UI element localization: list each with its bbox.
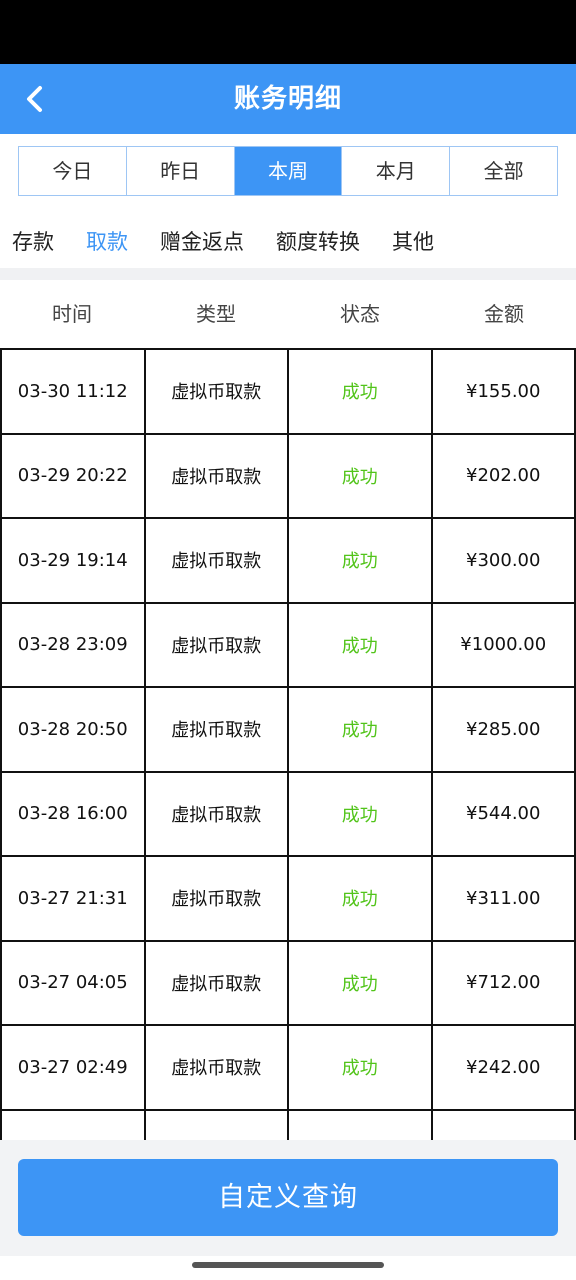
cell-type: 虚拟币取款 — [143, 432, 289, 519]
transactions-table: 03-30 11:12 虚拟币取款 成功 ¥155.00 03-29 20:22… — [0, 348, 576, 1140]
tab-yesterday[interactable]: 昨日 — [126, 147, 235, 195]
table-row — [0, 1108, 576, 1140]
cell-time: 03-28 20:50 — [0, 686, 146, 773]
table-row: 03-28 16:00 虚拟币取款 成功 ¥544.00 — [0, 770, 576, 857]
cell-status: 成功 — [287, 855, 433, 942]
app-header: 账务明细 — [0, 64, 576, 134]
table-row: 03-29 19:14 虚拟币取款 成功 ¥300.00 — [0, 517, 576, 604]
cell-time: 03-30 11:12 — [0, 348, 146, 435]
cell-type: 虚拟币取款 — [143, 770, 289, 857]
tab-deposit[interactable]: 存款 — [12, 226, 54, 256]
cell-type: 虚拟币取款 — [143, 517, 289, 604]
cell-time: 03-28 16:00 — [0, 770, 146, 857]
table-row: 03-27 02:49 虚拟币取款 成功 ¥242.00 — [0, 1024, 576, 1111]
cell-amount: ¥712.00 — [430, 939, 576, 1026]
cell-status: 成功 — [287, 348, 433, 435]
cell-status: 成功 — [287, 939, 433, 1026]
cell-type — [143, 1108, 289, 1140]
cell-time: 03-29 19:14 — [0, 517, 146, 604]
home-indicator[interactable] — [192, 1262, 384, 1268]
cell-amount: ¥242.00 — [430, 1024, 576, 1111]
tab-all[interactable]: 全部 — [450, 147, 557, 195]
cell-type: 虚拟币取款 — [143, 939, 289, 1026]
cell-status: 成功 — [287, 601, 433, 688]
tab-this-month[interactable]: 本月 — [342, 147, 451, 195]
table-row: 03-28 20:50 虚拟币取款 成功 ¥285.00 — [0, 686, 576, 773]
transactions-table-scroll[interactable]: 03-30 11:12 虚拟币取款 成功 ¥155.00 03-29 20:22… — [0, 348, 576, 1140]
table-row: 03-27 04:05 虚拟币取款 成功 ¥712.00 — [0, 939, 576, 1026]
tab-this-week[interactable]: 本周 — [234, 147, 343, 195]
tab-today[interactable]: 今日 — [19, 147, 127, 195]
cell-amount: ¥544.00 — [430, 770, 576, 857]
cell-status: 成功 — [287, 432, 433, 519]
cell-time — [0, 1108, 146, 1140]
footer: 自定义查询 — [0, 1140, 576, 1256]
cell-time: 03-27 21:31 — [0, 855, 146, 942]
cell-status: 成功 — [287, 686, 433, 773]
section-divider — [0, 268, 576, 280]
tab-credit-transfer[interactable]: 额度转换 — [276, 226, 360, 256]
column-header-time: 时间 — [52, 302, 92, 326]
table-row: 03-28 23:09 虚拟币取款 成功 ¥1000.00 — [0, 601, 576, 688]
cell-type: 虚拟币取款 — [143, 686, 289, 773]
cell-time: 03-29 20:22 — [0, 432, 146, 519]
cell-type: 虚拟币取款 — [143, 855, 289, 942]
tab-bonus-rebate[interactable]: 赠金返点 — [160, 226, 244, 256]
custom-query-button[interactable]: 自定义查询 — [18, 1159, 558, 1236]
table-row: 03-29 20:22 虚拟币取款 成功 ¥202.00 — [0, 432, 576, 519]
cell-amount: ¥300.00 — [430, 517, 576, 604]
status-bar — [0, 0, 576, 64]
table-row: 03-30 11:12 虚拟币取款 成功 ¥155.00 — [0, 348, 576, 435]
cell-time: 03-27 04:05 — [0, 939, 146, 1026]
category-tabs: 存款 取款 赠金返点 额度转换 其他 — [0, 214, 576, 268]
cell-type: 虚拟币取款 — [143, 1024, 289, 1111]
tab-other[interactable]: 其他 — [392, 226, 434, 256]
column-header-amount: 金额 — [484, 302, 524, 326]
table-row: 03-27 21:31 虚拟币取款 成功 ¥311.00 — [0, 855, 576, 942]
cell-amount: ¥202.00 — [430, 432, 576, 519]
cell-amount: ¥285.00 — [430, 686, 576, 773]
cell-time: 03-28 23:09 — [0, 601, 146, 688]
cell-type: 虚拟币取款 — [143, 601, 289, 688]
cell-amount: ¥155.00 — [430, 348, 576, 435]
page-title: 账务明细 — [233, 84, 342, 114]
period-tabs: 今日 昨日 本周 本月 全部 — [18, 146, 558, 196]
column-header-status: 状态 — [340, 302, 380, 326]
tab-withdraw[interactable]: 取款 — [86, 226, 128, 256]
cell-time: 03-27 02:49 — [0, 1024, 146, 1111]
cell-status: 成功 — [287, 770, 433, 857]
cell-status: 成功 — [287, 1024, 433, 1111]
table-header: 时间 类型 状态 金额 — [0, 280, 576, 348]
cell-amount — [430, 1108, 576, 1140]
cell-amount: ¥311.00 — [430, 855, 576, 942]
cell-amount: ¥1000.00 — [430, 601, 576, 688]
cell-status — [287, 1108, 433, 1140]
column-header-type: 类型 — [196, 302, 236, 326]
cell-type: 虚拟币取款 — [143, 348, 289, 435]
cell-status: 成功 — [287, 517, 433, 604]
